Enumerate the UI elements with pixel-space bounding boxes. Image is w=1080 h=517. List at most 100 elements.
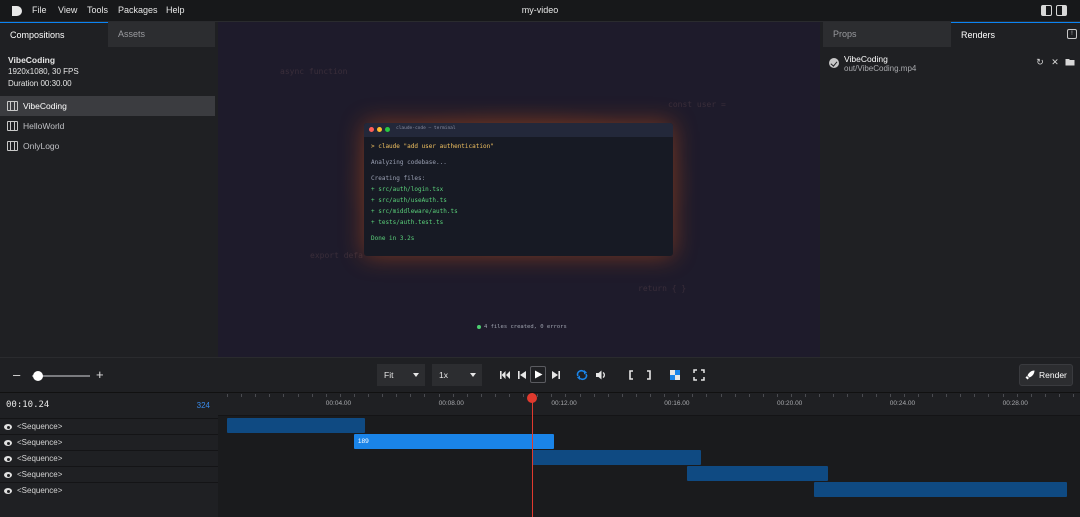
ruler-tick [861, 394, 863, 397]
ruler-tick [960, 394, 962, 397]
fit-select[interactable]: Fit [377, 364, 425, 386]
composition-item-label: OnlyLogo [23, 141, 60, 151]
ruler-tick [819, 394, 821, 397]
film-icon [7, 141, 18, 151]
sequence-duration-label: 189 [357, 438, 369, 445]
right-tabbar: Props Renders ! [823, 22, 1080, 47]
terminal-header: claude-code — terminal [364, 123, 673, 137]
tab-assets[interactable]: Assets [108, 22, 215, 47]
ruler-tick [325, 394, 327, 397]
ruler-tick [1044, 394, 1046, 397]
ruler-tick [748, 394, 750, 397]
zoom-in-button[interactable]: + [96, 368, 104, 381]
track-row[interactable]: <Sequence> [0, 450, 218, 466]
ruler-tick [664, 394, 666, 397]
ruler-tick [776, 394, 778, 397]
track-row[interactable]: <Sequence> [0, 466, 218, 482]
composition-resolution: 1920x1080, 30 FPS [8, 67, 79, 76]
ruler-tick [311, 394, 313, 397]
sequence-block[interactable] [813, 482, 1068, 497]
loop-icon[interactable] [576, 369, 588, 381]
eye-icon[interactable] [4, 472, 12, 478]
right-panel: Props Renders ! VibeCoding out/VibeCodin… [823, 22, 1080, 357]
video-preview[interactable]: async function const user = export defa … [218, 22, 820, 357]
folder-open-icon[interactable] [1065, 57, 1075, 67]
rerender-icon[interactable]: ↻ [1035, 57, 1045, 67]
terminal-file-line: + src/middleware/auth.ts [371, 208, 458, 215]
ruler-tick [255, 394, 257, 397]
ruler-tick-label: 00:28.00 [1002, 400, 1028, 407]
eye-icon[interactable] [4, 456, 12, 462]
ruler-tick-label: 00:16.00 [664, 400, 690, 407]
toggle-left-panel-icon[interactable] [1041, 5, 1052, 16]
composition-item-helloworld[interactable]: HelloWorld [0, 116, 215, 136]
track-row[interactable]: <Sequence> [0, 482, 218, 498]
tab-props[interactable]: Props [823, 22, 951, 47]
ruler-tick [1030, 394, 1032, 397]
ruler-tick [480, 394, 482, 397]
composition-item-vibecoding[interactable]: VibeCoding [0, 96, 215, 116]
ruler-tick-label: 00:24.00 [889, 400, 916, 407]
eye-icon[interactable] [4, 440, 12, 446]
ruler-tick [706, 394, 708, 397]
in-point-icon[interactable] [626, 369, 638, 381]
close-icon[interactable]: ✕ [1050, 57, 1060, 67]
sequence-block[interactable] [227, 418, 366, 433]
timeline-area[interactable]: 00:04.00 00:08.00 00:12.00 00:16.00 00:20.00… [218, 393, 1080, 517]
toggle-right-panel-icon[interactable] [1056, 5, 1067, 16]
zoom-slider-handle[interactable] [32, 371, 43, 381]
ruler-tick [621, 394, 623, 397]
check-circle-icon [829, 58, 839, 68]
ruler-tick [593, 394, 595, 397]
track-row[interactable]: <Sequence> [0, 418, 218, 434]
jump-to-start-icon[interactable] [499, 369, 511, 381]
speed-select-value: 1x [439, 370, 448, 380]
composition-duration: Duration 00:30.00 [8, 79, 72, 88]
ruler-tick [297, 394, 299, 397]
ruler-tick [875, 394, 877, 397]
zoom-out-button[interactable]: – [13, 368, 20, 381]
sequence-block[interactable] [686, 466, 828, 481]
ruler-tick [523, 394, 525, 397]
speed-select[interactable]: 1x [432, 364, 482, 386]
eye-icon[interactable] [4, 424, 12, 430]
playhead-line[interactable] [531, 393, 533, 517]
ruler-tick [424, 394, 426, 397]
volume-icon[interactable] [595, 369, 607, 381]
ruler-tick [396, 394, 398, 397]
timeline-ruler[interactable]: 00:04.00 00:08.00 00:12.00 00:16.00 00:20.00… [218, 393, 1080, 416]
ruler-tick [283, 394, 285, 397]
ruler-tick [579, 394, 581, 397]
track-row[interactable]: <Sequence> [0, 434, 218, 450]
terminal-title: claude-code — terminal [396, 126, 456, 131]
ruler-tick [692, 394, 694, 397]
ruler-tick [791, 394, 792, 397]
current-frame[interactable]: 324 [197, 401, 210, 410]
fullscreen-icon[interactable] [693, 369, 705, 381]
info-icon[interactable]: ! [1067, 29, 1077, 39]
checkerboard-icon[interactable] [669, 369, 681, 381]
tab-compositions[interactable]: Compositions [0, 22, 108, 47]
sequence-block[interactable] [531, 450, 701, 465]
playhead-handle[interactable] [526, 393, 537, 403]
composition-item-onlylogo[interactable]: OnlyLogo [0, 136, 215, 156]
sequence-block[interactable]: 189 [353, 434, 555, 449]
eye-icon[interactable] [4, 488, 12, 494]
terminal-command: > claude "add user authentication" [371, 143, 494, 150]
track-label: <Sequence> [17, 454, 63, 463]
step-back-icon[interactable] [516, 369, 528, 381]
ruler-tick [241, 394, 243, 397]
tab-renders[interactable]: Renders [951, 22, 1080, 47]
ruler-tick [734, 394, 736, 397]
ruler-tick [227, 394, 228, 397]
play-button[interactable] [530, 366, 546, 383]
step-forward-icon[interactable] [550, 369, 562, 381]
out-point-icon[interactable] [642, 369, 654, 381]
ruler-tick [509, 394, 510, 397]
track-label: <Sequence> [17, 438, 63, 447]
timeline-track-list: 00:10.24 324 <Sequence> <Sequence> <Sequen… [0, 393, 218, 517]
render-button[interactable]: Render [1019, 364, 1073, 386]
ruler-tick [635, 394, 637, 397]
minimize-dot-icon [377, 127, 382, 132]
ruler-tick [847, 394, 849, 397]
